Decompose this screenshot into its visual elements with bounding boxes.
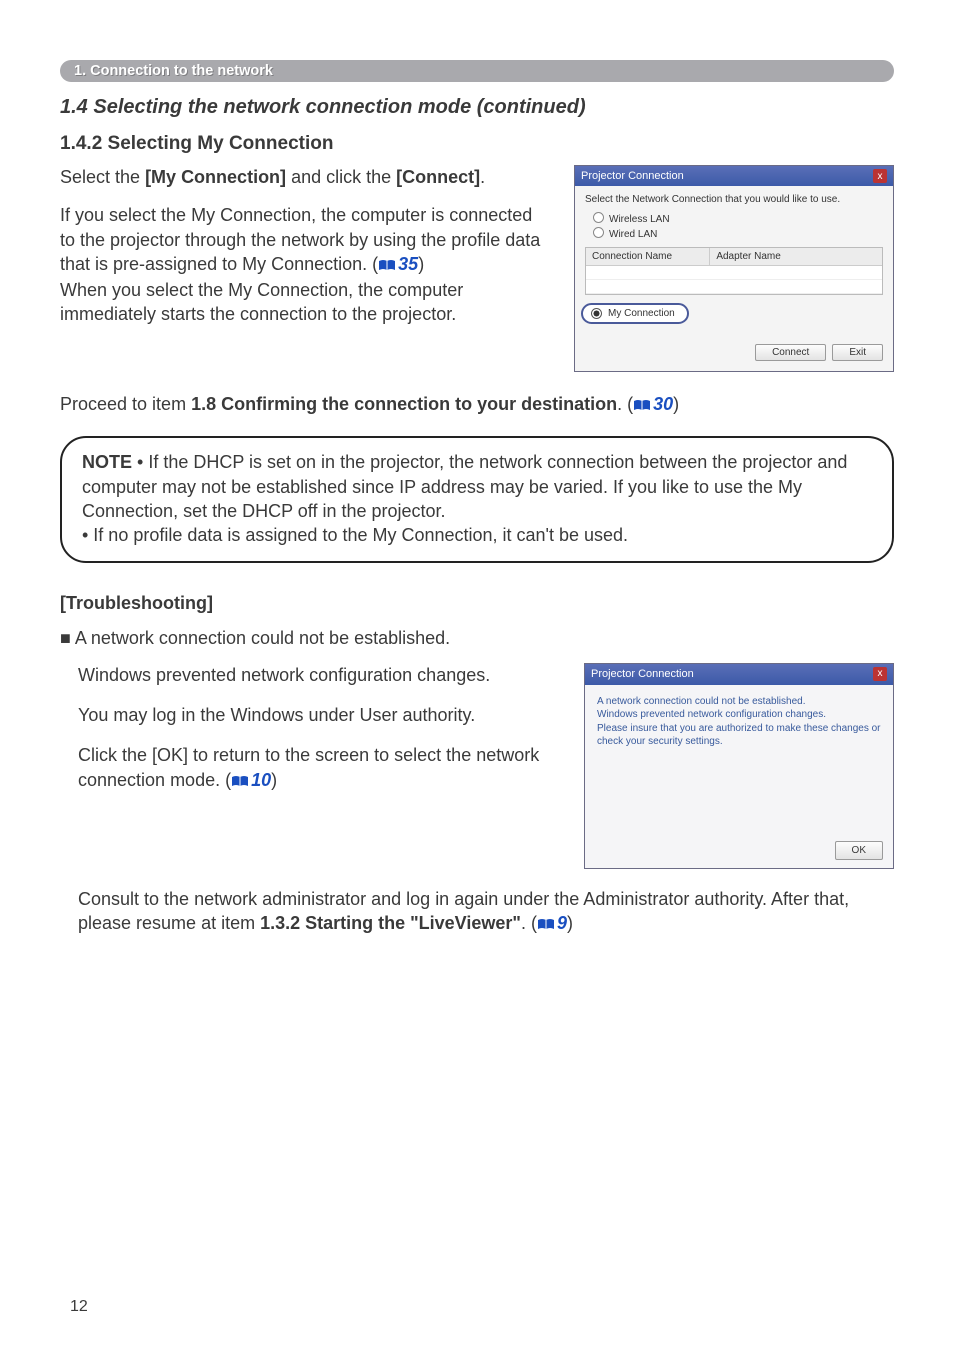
consult-paragraph: Consult to the network administrator and… (60, 887, 894, 938)
trouble-p3: Click the [OK] to return to the screen t… (78, 743, 558, 794)
troubleshooting-heading: [Troubleshooting] (60, 593, 894, 614)
error-dialog-body: A network connection could not be establ… (585, 685, 893, 835)
error-line-2: Windows prevented network configuration … (597, 708, 881, 722)
close-icon[interactable]: x (873, 667, 887, 681)
table-row (586, 280, 882, 294)
radio-wired-lan[interactable]: Wired LAN (585, 226, 883, 241)
text-fragment: ) (418, 254, 424, 274)
note-text-1: • If the DHCP is set on in the projector… (82, 452, 847, 521)
text-fragment: . ( (617, 394, 633, 414)
text-fragment: A network connection could not be establ… (75, 628, 450, 648)
dialog-title-text: Projector Connection (591, 667, 694, 682)
note-label: NOTE (82, 452, 132, 472)
page-ref-30: 30 (653, 394, 673, 414)
heading-continued: 1.4 Selecting the network connection mod… (60, 96, 894, 119)
text-fragment: Proceed to item (60, 394, 191, 414)
text-fragment: Select the (60, 167, 145, 187)
text-fragment: . (480, 167, 485, 187)
close-icon[interactable]: x (873, 169, 887, 183)
page-ref-35: 35 (398, 254, 418, 274)
text-fragment: If you select the My Connection, the com… (60, 205, 540, 274)
radio-my-connection[interactable]: My Connection (581, 303, 689, 324)
text-fragment: . ( (521, 913, 537, 933)
error-dialog: Projector Connection x A network connect… (584, 663, 894, 869)
intro-paragraph-2: If you select the My Connection, the com… (60, 203, 552, 326)
projector-connection-dialog: Projector Connection x Select the Networ… (574, 165, 894, 372)
dialog-titlebar: Projector Connection x (585, 664, 893, 685)
bold-my-connection: [My Connection] (145, 167, 286, 187)
trouble-lead: A network connection could not be establ… (60, 626, 894, 650)
error-line-1: A network connection could not be establ… (597, 695, 881, 709)
table-row (586, 266, 882, 280)
bold-ok: [OK] (152, 745, 188, 765)
note-text-2: • If no profile data is assigned to the … (82, 525, 628, 545)
dialog-title-text: Projector Connection (581, 170, 684, 182)
trouble-p1: Windows prevented network configuration … (78, 663, 558, 687)
dialog-prompt: Select the Network Connection that you w… (585, 194, 883, 205)
page-number: 12 (70, 1298, 88, 1316)
book-icon (537, 913, 555, 937)
trouble-p2: You may log in the Windows under User au… (78, 703, 558, 727)
th-connection-name: Connection Name (586, 248, 710, 265)
intro-text-block: Select the [My Connection] and click the… (60, 165, 552, 341)
ok-button[interactable]: OK (835, 841, 883, 861)
text-fragment: ) (271, 770, 277, 790)
text-fragment: When you select the My Connection, the c… (60, 280, 463, 324)
error-line-3: Please insure that you are authorized to… (597, 722, 881, 749)
heading-sub: 1.4.2 Selecting My Connection (60, 133, 894, 155)
exit-button[interactable]: Exit (832, 344, 883, 361)
radio-wireless-lan[interactable]: Wireless LAN (585, 211, 883, 226)
book-icon (378, 254, 396, 278)
note-box: NOTE • If the DHCP is set on in the proj… (60, 436, 894, 563)
text-fragment: ) (567, 913, 573, 933)
text-fragment: ) (673, 394, 679, 414)
text-fragment: Click the (78, 745, 152, 765)
dialog-titlebar: Projector Connection x (575, 166, 893, 186)
th-adapter-name: Adapter Name (710, 248, 882, 265)
book-icon (231, 770, 249, 794)
connection-table: Connection Name Adapter Name (585, 247, 883, 295)
page-ref-9: 9 (557, 913, 567, 933)
text-fragment: and click the (286, 167, 396, 187)
bold-proceed-target: 1.8 Confirming the connection to your de… (191, 394, 617, 414)
bold-connect: [Connect] (396, 167, 480, 187)
section-header-pill: 1. Connection to the network (60, 60, 894, 82)
page-ref-10: 10 (251, 770, 271, 790)
intro-paragraph-1: Select the [My Connection] and click the… (60, 165, 552, 189)
book-icon (633, 394, 651, 418)
connect-button[interactable]: Connect (755, 344, 826, 361)
bold-resume-target: 1.3.2 Starting the "LiveViewer" (260, 913, 521, 933)
proceed-line: Proceed to item 1.8 Confirming the conne… (60, 392, 894, 418)
